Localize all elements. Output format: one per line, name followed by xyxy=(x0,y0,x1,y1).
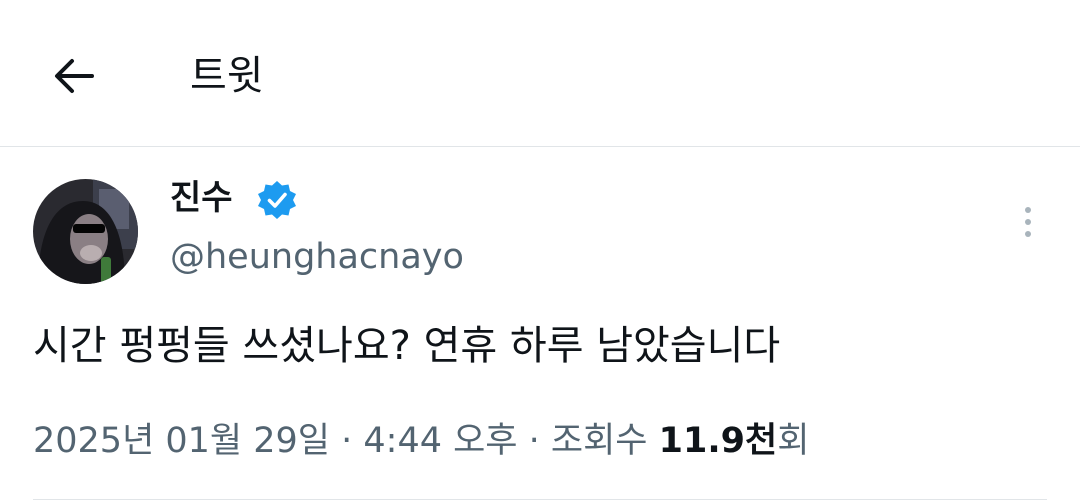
author-handle[interactable]: @heunghacnayo xyxy=(170,233,464,281)
tweet-text: 시간 펑펑들 쓰셨나요? 연휴 하루 남았습니다 xyxy=(33,323,781,369)
more-options-button[interactable] xyxy=(1010,200,1046,244)
meta-separator: · xyxy=(517,421,551,461)
more-vertical-icon xyxy=(1025,207,1031,213)
avatar[interactable] xyxy=(33,179,138,284)
header-divider xyxy=(0,146,1080,147)
back-button[interactable] xyxy=(44,46,104,106)
verified-badge-icon xyxy=(258,181,296,219)
tweet-meta: 2025년 01월 29일 · 4:44 오후 · 조회수 11.9천회 xyxy=(33,415,809,467)
tweet-date: 2025년 01월 29일 xyxy=(33,421,330,461)
tweet-time[interactable]: 4:44 오후 xyxy=(363,421,517,461)
meta-separator: · xyxy=(330,421,364,461)
top-bar: 트윗 xyxy=(0,0,1080,147)
page-title: 트윗 xyxy=(190,53,264,99)
arrow-left-icon xyxy=(55,59,94,93)
views-label: 조회수 xyxy=(550,421,659,461)
views-suffix: 회 xyxy=(777,421,810,461)
views-count[interactable]: 11.9천 xyxy=(659,421,778,461)
author-name[interactable]: 진수 xyxy=(170,174,233,222)
meta-divider xyxy=(33,499,1047,500)
